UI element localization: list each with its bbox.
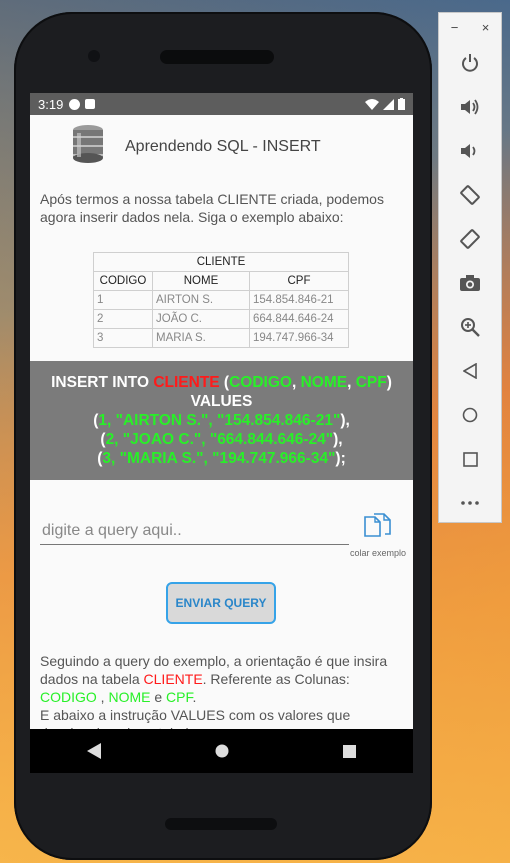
table-cell: 2 xyxy=(93,309,153,329)
code-line-row: (2, "JOAO C.", "664.844.646-24"), xyxy=(100,431,343,448)
table-row: 3 MARIA S. 194.747.966-34 xyxy=(93,328,349,348)
code-line-values: VALUES xyxy=(190,393,253,410)
status-time: 3:19 xyxy=(38,96,64,112)
minimize-button[interactable]: − xyxy=(451,20,459,35)
overview-button[interactable] xyxy=(439,437,501,481)
table-row: 1 AIRTON S. 154.854.846-21 xyxy=(93,290,349,310)
window-controls: − × xyxy=(439,13,501,41)
table-cell: 664.844.646-24 xyxy=(249,309,349,329)
app-content: Aprendendo SQL - INSERT Após termos a no… xyxy=(30,115,413,729)
paste-example-label: colar exemplo xyxy=(349,548,407,558)
volume-down-button[interactable] xyxy=(439,129,501,173)
code-line-insert: INSERT INTO CLIENTE (CODIGO, NOME, CPF) xyxy=(51,374,392,391)
close-button[interactable]: × xyxy=(482,20,490,35)
back-icon xyxy=(463,363,477,379)
status-bar: 3:19 xyxy=(30,93,413,115)
more-button[interactable] xyxy=(439,481,501,525)
table-cell: 1 xyxy=(93,290,153,310)
paste-example-button[interactable]: colar exemplo xyxy=(348,513,408,558)
home-icon xyxy=(462,407,478,423)
phone-screen: 3:19 Aprendendo SQL - INSERT Após termos… xyxy=(30,93,413,773)
earpiece-speaker xyxy=(160,50,274,64)
code-line-row: (1, "AIRTON S.", "154.854.846-21"), xyxy=(93,412,350,429)
query-input[interactable] xyxy=(40,518,349,545)
front-camera xyxy=(88,50,100,62)
column-header: CPF xyxy=(249,271,349,291)
example-table: CLIENTE CODIGO NOME CPF 1 AIRTON S. 154.… xyxy=(93,252,349,348)
rotate-left-icon xyxy=(460,185,480,205)
code-line-row: (3, "MARIA S.", "194.747.966-34"); xyxy=(97,450,346,467)
send-query-button[interactable]: ENVIAR QUERY xyxy=(166,582,276,624)
volume-up-icon xyxy=(461,99,479,115)
table-row: 2 JOÃO C. 664.844.646-24 xyxy=(93,309,349,329)
notification-icon xyxy=(69,98,81,110)
intro-text: Após termos a nossa tabela CLIENTE criad… xyxy=(40,191,384,225)
copy-icon xyxy=(364,513,391,537)
rotate-right-button[interactable] xyxy=(439,217,501,261)
battery-icon xyxy=(398,98,405,110)
home-button[interactable] xyxy=(439,393,501,437)
more-icon xyxy=(461,501,479,505)
column-header: NOME xyxy=(152,271,250,291)
table-cell: 3 xyxy=(93,328,153,348)
zoom-icon xyxy=(461,318,480,337)
wifi-icon xyxy=(365,98,379,110)
volume-down-icon xyxy=(461,144,476,158)
overview-icon xyxy=(462,451,478,467)
power-button[interactable] xyxy=(439,41,501,85)
column-header: CODIGO xyxy=(93,271,153,291)
camera-icon xyxy=(460,275,480,291)
sim-card-icon xyxy=(85,99,96,109)
emulator-toolbar: − × xyxy=(438,12,502,523)
page-title: Aprendendo SQL - INSERT xyxy=(125,138,321,155)
nav-recents-icon[interactable] xyxy=(343,744,356,758)
sql-example-code: INSERT INTO CLIENTE (CODIGO, NOME, CPF) … xyxy=(30,361,413,480)
table-caption: CLIENTE xyxy=(93,252,349,272)
table-cell: MARIA S. xyxy=(152,328,250,348)
rotate-right-icon xyxy=(460,229,480,249)
power-icon xyxy=(462,54,478,72)
android-nav-bar xyxy=(30,729,413,773)
back-button[interactable] xyxy=(439,349,501,393)
nav-back-icon[interactable] xyxy=(87,743,101,759)
table-cell: JOÃO C. xyxy=(152,309,250,329)
signal-icon xyxy=(383,98,394,110)
table-cell: 194.747.966-34 xyxy=(249,328,349,348)
table-cell: AIRTON S. xyxy=(152,290,250,310)
screenshot-button[interactable] xyxy=(439,261,501,305)
database-icon xyxy=(73,125,103,163)
nav-home-icon[interactable] xyxy=(215,744,229,758)
explanation-text: Seguindo a query do exemplo, a orientaçã… xyxy=(40,653,388,729)
volume-up-button[interactable] xyxy=(439,85,501,129)
zoom-button[interactable] xyxy=(439,305,501,349)
table-cell: 154.854.846-21 xyxy=(249,290,349,310)
rotate-left-button[interactable] xyxy=(439,173,501,217)
bottom-speaker xyxy=(165,818,277,830)
